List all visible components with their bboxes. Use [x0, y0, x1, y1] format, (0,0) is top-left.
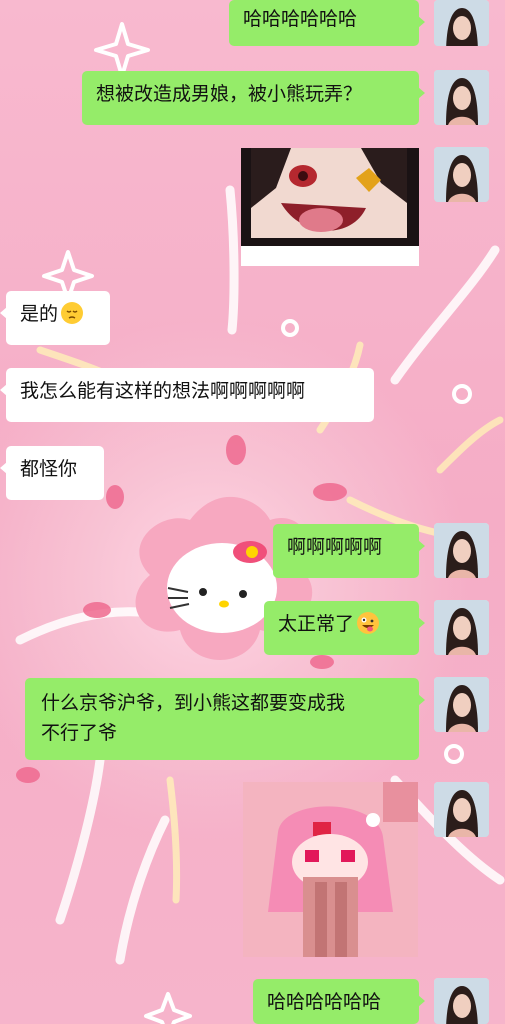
message-bubble[interactable]: 太正常了	[264, 601, 425, 655]
avatar-portrait-icon	[434, 978, 489, 1024]
avatar[interactable]	[434, 600, 489, 655]
message-bubble[interactable]: 都怪你	[0, 446, 104, 500]
avatar-portrait-icon	[434, 782, 489, 837]
avatar-portrait-icon	[434, 600, 489, 655]
avatar[interactable]	[434, 0, 489, 46]
message-text: 想被改造成男娘，被小熊玩弄？	[96, 83, 363, 105]
avatar-portrait-icon	[434, 677, 489, 732]
avatar-portrait-icon	[434, 523, 489, 578]
pixel-art-sticker	[243, 782, 418, 957]
message-text-line: 不行了爷	[41, 722, 118, 744]
message-text: 是的	[20, 303, 59, 325]
sticker-image[interactable]	[243, 782, 418, 957]
avatar[interactable]	[434, 147, 489, 202]
avatar[interactable]	[434, 782, 489, 837]
anime-face-sticker	[241, 148, 419, 246]
avatar-portrait-icon	[434, 0, 489, 46]
message-bubble[interactable]: 啊啊啊啊啊	[273, 524, 425, 578]
message-bubble[interactable]: 我怎么能有这样的想法啊啊啊啊啊	[0, 368, 374, 422]
message-bubble[interactable]: 哈哈哈哈哈哈	[229, 0, 425, 46]
message-text: 我怎么能有这样的想法啊啊啊啊啊	[20, 380, 306, 402]
avatar[interactable]	[434, 677, 489, 732]
message-text: 太正常了	[278, 613, 355, 635]
message-text: 都怪你	[20, 458, 78, 480]
avatar-portrait-icon	[434, 147, 489, 202]
avatar[interactable]	[434, 70, 489, 125]
sticker-image[interactable]	[241, 148, 419, 266]
message-text: 哈哈哈哈哈哈	[243, 8, 358, 30]
avatar-portrait-icon	[434, 70, 489, 125]
message-bubble[interactable]: 什么京爷沪爷，到小熊这都要变成我 不行了爷	[25, 678, 425, 760]
pensive-face-icon	[61, 302, 84, 324]
message-text: 啊啊啊啊啊	[287, 536, 383, 558]
zany-face-icon	[357, 612, 380, 634]
avatar[interactable]	[434, 523, 489, 578]
avatar[interactable]	[434, 978, 489, 1024]
message-text: 哈哈哈哈哈哈	[267, 991, 382, 1013]
message-text-line: 什么京爷沪爷，到小熊这都要变成我	[41, 692, 346, 714]
message-bubble[interactable]: 哈哈哈哈哈哈	[253, 979, 425, 1024]
message-bubble[interactable]: 是的	[0, 291, 110, 345]
message-bubble[interactable]: 想被改造成男娘，被小熊玩弄？	[82, 71, 425, 125]
